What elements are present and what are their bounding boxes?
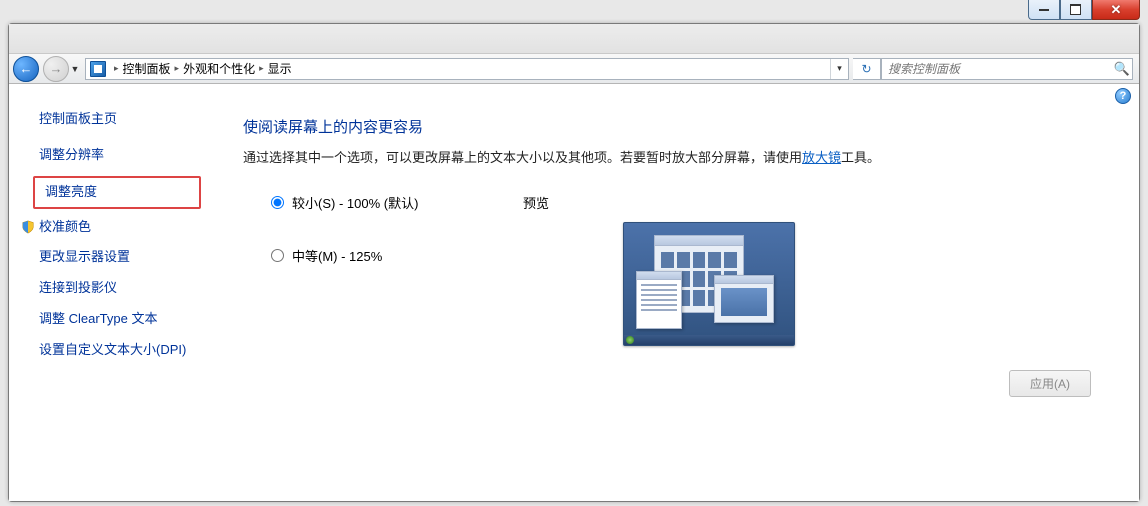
content-area: 控制面板主页 调整分辨率 调整亮度 校准颜色 更改显示器设置 连接到投影仪 调整… [9, 84, 1139, 501]
chevron-right-icon: ▸ [255, 63, 268, 74]
breadcrumb-category[interactable]: 外观和个性化 [183, 60, 255, 77]
sidebar-item-cleartype[interactable]: 调整 ClearType 文本 [39, 309, 201, 330]
sidebar-item-calibrate-color[interactable]: 校准颜色 [39, 217, 201, 238]
desc-text-post: 工具。 [841, 150, 880, 165]
chevron-right-icon: ▸ [110, 63, 123, 74]
window-titlebar-area [9, 24, 1139, 54]
refresh-icon: ↻ [861, 62, 871, 76]
nav-back-button[interactable]: ← [13, 56, 39, 82]
sidebar-item-label: 校准颜色 [39, 217, 91, 238]
sidebar: 控制面板主页 调整分辨率 调整亮度 校准颜色 更改显示器设置 连接到投影仪 调整… [9, 84, 219, 501]
preview-label: 预览 [523, 193, 1115, 212]
preview-window-list [636, 271, 682, 329]
main-panel: ? 使阅读屏幕上的内容更容易 通过选择其中一个选项，可以更改屏幕上的文本大小以及… [219, 84, 1139, 501]
magnifier-link[interactable]: 放大镜 [802, 150, 841, 165]
breadcrumb-root[interactable]: 控制面板 [123, 60, 171, 77]
radio-option-small[interactable]: 较小(S) - 100% (默认) [271, 193, 523, 212]
shield-icon [21, 220, 35, 234]
sidebar-item-projector[interactable]: 连接到投影仪 [39, 278, 201, 299]
chevron-right-icon: ▸ [171, 63, 184, 74]
sidebar-item-custom-dpi[interactable]: 设置自定义文本大小(DPI) [39, 340, 201, 361]
sidebar-item-brightness-highlighted: 调整亮度 [33, 176, 201, 209]
radio-medium-input[interactable] [271, 249, 284, 262]
preview-image [623, 222, 795, 346]
sidebar-item-brightness[interactable]: 调整亮度 [45, 182, 189, 203]
minimize-icon [1039, 9, 1049, 11]
close-button[interactable]: ✕ [1092, 0, 1140, 20]
control-panel-icon [90, 61, 106, 77]
maximize-button[interactable] [1060, 0, 1092, 20]
radio-medium-label: 中等(M) - 125% [292, 246, 382, 265]
sidebar-item-display-settings[interactable]: 更改显示器设置 [39, 247, 201, 268]
search-input[interactable] [882, 62, 1112, 76]
minimize-button[interactable] [1028, 0, 1060, 20]
desc-text-pre: 通过选择其中一个选项，可以更改屏幕上的文本大小以及其他项。若要暂时放大部分屏幕，… [243, 150, 802, 165]
preview-taskbar [624, 335, 794, 345]
window-controls: ✕ [1028, 0, 1140, 20]
address-dropdown[interactable]: ▾ [830, 58, 848, 80]
page-description: 通过选择其中一个选项，可以更改屏幕上的文本大小以及其他项。若要暂时放大部分屏幕，… [243, 147, 1115, 169]
page-title: 使阅读屏幕上的内容更容易 [243, 116, 1115, 137]
size-options: 较小(S) - 100% (默认) 中等(M) - 125% [243, 193, 523, 299]
arrow-right-icon: → [50, 62, 63, 75]
address-bar[interactable]: ▸ 控制面板 ▸ 外观和个性化 ▸ 显示 ▾ [85, 58, 849, 80]
sidebar-item-resolution[interactable]: 调整分辨率 [39, 145, 201, 166]
nav-history-dropdown[interactable]: ▼ [69, 56, 81, 82]
refresh-button[interactable]: ↻ [853, 58, 881, 80]
explorer-window: ← → ▼ ▸ 控制面板 ▸ 外观和个性化 ▸ 显示 ▾ ↻ 🔍 控制面板主页 … [8, 23, 1140, 502]
apply-button[interactable]: 应用(A) [1009, 370, 1091, 397]
preview-window-panel [714, 275, 774, 323]
nav-forward-button[interactable]: → [43, 56, 69, 82]
navigation-bar: ← → ▼ ▸ 控制面板 ▸ 外观和个性化 ▸ 显示 ▾ ↻ 🔍 [9, 54, 1139, 84]
search-box[interactable]: 🔍 [881, 58, 1133, 80]
search-icon: 🔍 [1112, 61, 1132, 77]
radio-small-label: 较小(S) - 100% (默认) [292, 193, 418, 212]
arrow-left-icon: ← [20, 62, 33, 75]
radio-option-medium[interactable]: 中等(M) - 125% [271, 246, 523, 265]
breadcrumb-page[interactable]: 显示 [268, 60, 292, 77]
sidebar-home-link[interactable]: 控制面板主页 [39, 108, 201, 127]
help-button[interactable]: ? [1115, 88, 1131, 104]
radio-small-input[interactable] [271, 196, 284, 209]
close-icon: ✕ [1111, 3, 1122, 16]
maximize-icon [1072, 6, 1081, 14]
